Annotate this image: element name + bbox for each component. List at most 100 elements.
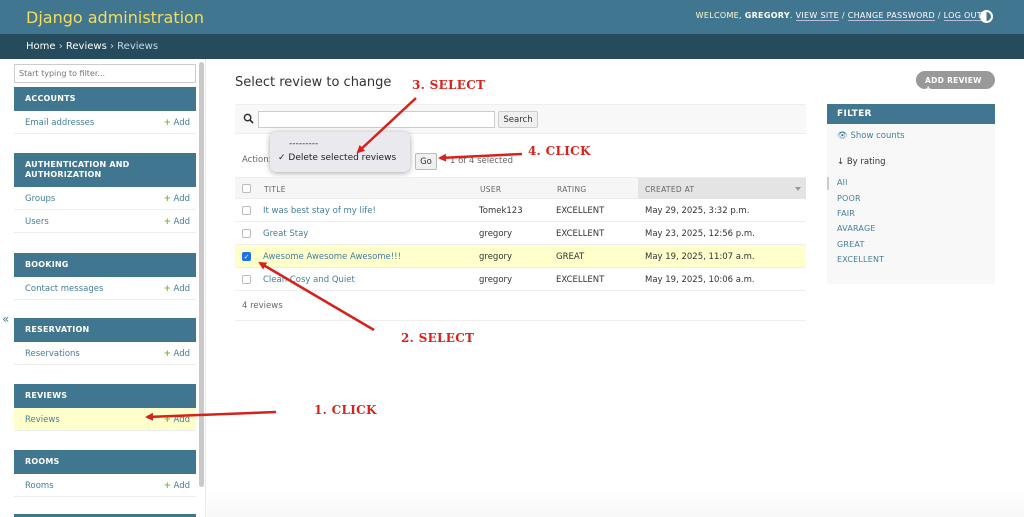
column-created-label: CREATED AT [645,185,695,194]
breadcrumb-separator: › [58,41,63,52]
sidebar-item-label[interactable]: Groups [25,194,55,204]
page-title: Select review to change [235,75,392,90]
filter-option-all[interactable]: All [837,178,848,187]
filter-heading-label: By rating [846,157,886,167]
user-tools: WELCOME, GREGORY. VIEW SITE / CHANGE PAS… [695,11,982,21]
column-title[interactable]: TITLE [264,185,286,194]
plus-icon: + [163,194,171,204]
module-rooms: ROOMS Rooms + Add [14,450,196,497]
review-user: gregory [479,275,513,285]
logout-link[interactable]: LOG OUT [943,11,982,21]
header: Django administration WELCOME, GREGORY. … [0,0,1024,34]
plus-icon: + [163,118,171,128]
module-caption[interactable]: REVIEWS [14,384,196,408]
view-site-link[interactable]: VIEW SITE [795,11,840,21]
sidebar-item-reservations[interactable]: Reservations + Add [14,342,196,365]
row-checkbox[interactable] [242,275,251,284]
breadcrumb-home[interactable]: Home [26,41,56,52]
results-table: TITLE USER RATING CREATED AT It was best… [235,177,806,321]
change-password-link[interactable]: CHANGE PASSWORD [847,11,935,21]
add-link[interactable]: + Add [164,118,190,128]
sidebar-filter-input[interactable] [14,64,196,83]
module-caption[interactable]: ROOMS [14,450,196,474]
select-all-checkbox[interactable] [242,184,251,193]
plus-icon: + [163,284,171,294]
sidebar-item-users[interactable]: Users + Add [14,210,196,233]
show-counts-link[interactable]: 👁 Show counts [837,131,905,141]
sort-desc-icon[interactable] [795,187,801,191]
add-link[interactable]: + Add [164,415,190,425]
dropdown-option-delete[interactable]: ✓ Delete selected reviews [278,153,396,163]
plus-icon: + [163,349,171,359]
selected-filter-marker [827,177,829,190]
review-created: May 19, 2025, 11:07 a.m. [645,252,755,262]
breadcrumb-app[interactable]: Reviews [66,41,107,52]
filter-option-avarage[interactable]: AVARAGE [837,224,876,233]
sidebar-item-reviews[interactable]: Reviews + Add [14,408,196,431]
table-row: It was best stay of my life! Tomek123 EX… [235,199,806,222]
sidebar-item-rooms[interactable]: Rooms + Add [14,474,196,497]
theme-toggle-icon[interactable] [980,10,993,23]
module-reservation: RESERVATION Reservations + Add [14,318,196,365]
add-link[interactable]: + Add [164,481,190,491]
search-input[interactable] [258,111,495,128]
sidebar-item-email-addresses[interactable]: Email addresses + Add [14,111,196,134]
module-auth: AUTHENTICATION AND AUTHORIZATION Groups +… [14,153,196,233]
add-review-label: ADD REVIEW [925,76,982,85]
module-caption[interactable]: ACCOUNTS [14,87,196,111]
row-checkbox[interactable] [242,229,251,238]
sidebar-item-contact-messages[interactable]: Contact messages + Add [14,277,196,300]
add-label: Add [173,349,190,359]
module-caption[interactable]: RESERVATION [14,318,196,342]
go-button[interactable]: Go [415,153,437,170]
module-caption[interactable]: AUTHENTICATION AND AUTHORIZATION [14,153,196,187]
filter-option-excellent[interactable]: EXCELLENT [837,255,884,264]
add-link[interactable]: + Add [164,284,190,294]
dropdown-option-blank[interactable]: --------- [289,139,318,149]
action-label: Action: [242,155,272,165]
sidebar-item-label[interactable]: Email addresses [25,118,94,128]
row-checkbox-checked[interactable]: ✓ [242,252,251,261]
filter-caption: FILTER [827,104,995,124]
sidebar-item-groups[interactable]: Groups + Add [14,187,196,210]
review-created: May 19, 2025, 10:06 a.m. [645,275,755,285]
site-brand[interactable]: Django administration [26,8,204,27]
review-title-link[interactable]: Clean Cosy and Quiet [263,275,355,285]
sidebar-item-label[interactable]: Reservations [25,349,80,359]
sidebar-scrollbar[interactable] [199,62,204,487]
sidebar-item-label[interactable]: Users [25,217,49,227]
sidebar-item-label[interactable]: Rooms [25,481,54,491]
sidebar-item-label[interactable]: Reviews [25,415,60,425]
row-checkbox[interactable] [242,206,251,215]
add-link[interactable]: + Add [164,349,190,359]
review-title-link[interactable]: Great Stay [263,229,308,239]
separator: / [937,11,941,20]
arrow-down-icon: ↓ [837,157,845,167]
filter-by-rating-heading[interactable]: ↓ By rating [837,157,886,167]
add-link[interactable]: + Add [164,194,190,204]
filter-option-fair[interactable]: FAIR [837,209,855,218]
add-link[interactable]: + Add [164,217,190,227]
module-caption[interactable]: BOOKING [14,253,196,277]
welcome-text: WELCOME, [695,11,742,20]
filter-option-great[interactable]: GREAT [837,240,865,249]
review-rating: EXCELLENT [556,206,605,216]
module-booking: BOOKING Contact messages + Add [14,253,196,300]
sidebar-item-label[interactable]: Contact messages [25,284,103,294]
annotation-step3: 3. SELECT [412,78,486,92]
column-user[interactable]: USER [480,185,501,194]
column-created-at[interactable]: CREATED AT [638,178,806,199]
action-dropdown-menu[interactable]: --------- ✓ Delete selected reviews [270,132,410,172]
module-accounts: ACCOUNTS Email addresses + Add [14,87,196,134]
review-title-link[interactable]: It was best stay of my life! [263,206,376,216]
column-rating[interactable]: RATING [557,185,586,194]
breadcrumb-separator: › [109,41,114,52]
review-rating: EXCELLENT [556,229,605,239]
table-header: TITLE USER RATING CREATED AT [235,177,806,199]
collapse-sidebar-icon[interactable]: « [2,312,9,326]
review-title-link[interactable]: Awesome Awesome Awesome!!! [263,252,401,262]
filter-option-poor[interactable]: POOR [837,194,861,203]
content-main: Select review to change ADD REVIEW ✚ Sea… [207,59,1024,517]
add-review-button[interactable]: ADD REVIEW ✚ [916,71,995,94]
search-button[interactable]: Search [498,111,538,128]
